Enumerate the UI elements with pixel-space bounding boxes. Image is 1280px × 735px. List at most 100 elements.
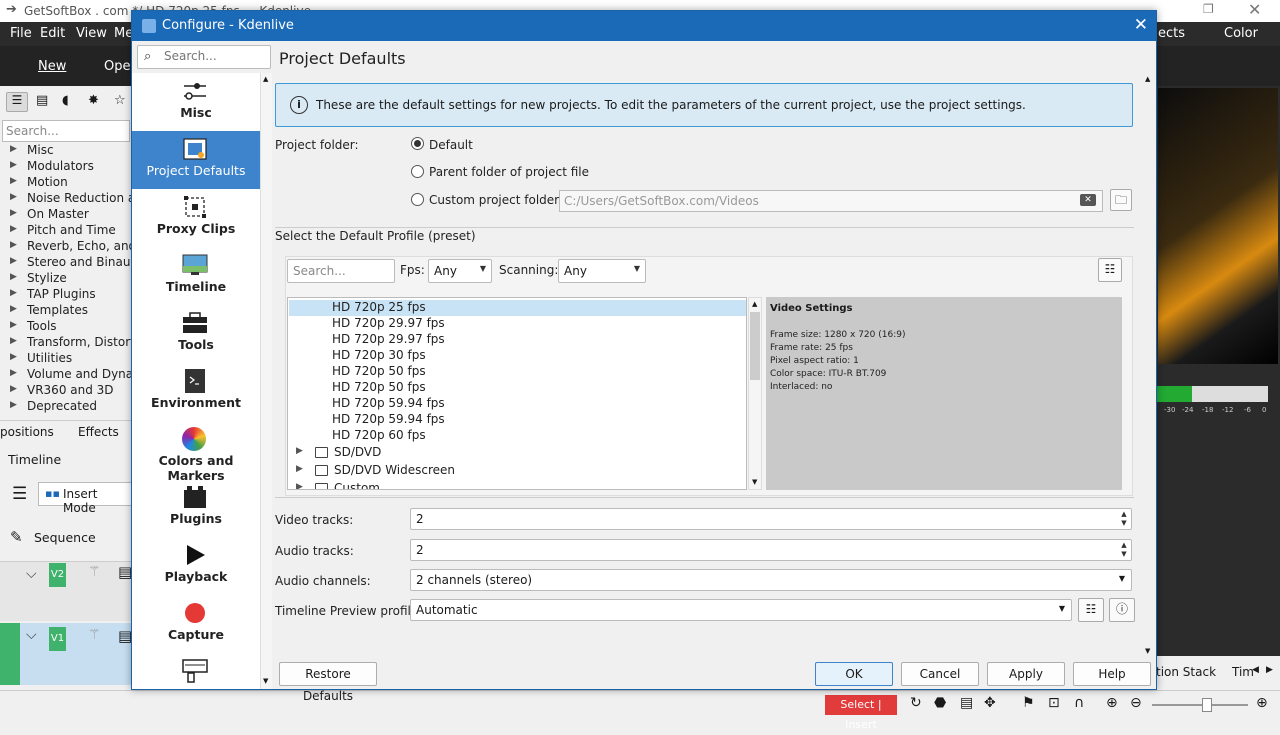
scroll-down-icon[interactable]: ▼ [263,677,268,685]
category-more[interactable] [132,653,260,689]
profile-folder[interactable]: ▶ Custom [289,481,746,489]
tab-time[interactable]: Tim [1232,665,1254,679]
expand-arrow-icon[interactable]: ▶ [296,482,303,489]
expand-arrow-icon[interactable]: ▶ [10,368,17,378]
restore-defaults-button[interactable]: Restore Defaults [279,662,377,703]
effect-category-item[interactable]: ▶ TAP Plugins [0,287,132,303]
effect-category-item[interactable]: ▶ Stereo and Binaural [0,255,132,271]
hamburger-icon[interactable]: ☰ [12,484,27,504]
profile-item[interactable]: HD 720p 60 fps [289,428,746,444]
expand-arrow-icon[interactable]: ▶ [10,160,17,170]
expand-arrow-icon[interactable]: ▶ [10,144,17,154]
profile-item[interactable]: HD 720p 59.94 fps [289,412,746,428]
scroll-up-icon[interactable]: ▲ [263,75,268,83]
ok-button[interactable]: OK [815,662,893,686]
move-icon[interactable]: ✥ [984,695,996,711]
effect-category-item[interactable]: ▶ Volume and Dynam [0,367,132,383]
effect-category-item[interactable]: ▶ Stylize [0,271,132,287]
fit-icon[interactable]: ⊡ [1048,695,1060,711]
category-timeline[interactable]: Timeline [132,247,260,305]
radio-default-label[interactable]: Default [429,138,473,152]
effect-wand-icon[interactable]: ⚚ [88,627,101,643]
custom-effects-icon[interactable]: ✸ [88,93,99,108]
profile-folder[interactable]: ▶ SD/DVD Widescreen [289,463,746,479]
film-strip-icon[interactable]: ▤ [960,695,973,711]
effect-category-item[interactable]: ▶ Templates [0,303,132,319]
expand-arrow-icon[interactable]: ▶ [10,352,17,362]
zoom-fit-icon[interactable]: ⊕ [1106,695,1118,711]
tab-effects[interactable]: ects [1158,26,1185,41]
help-button[interactable]: Help [1073,662,1151,686]
scroll-thumb[interactable] [750,312,760,380]
effect-wand-icon[interactable]: ⚚ [88,564,101,580]
expand-arrow-icon[interactable]: ▶ [296,464,303,474]
scroll-down-icon[interactable]: ▼ [752,478,757,486]
radio-parent-folder[interactable] [411,165,424,178]
profile-item[interactable]: HD 720p 50 fps [289,380,746,396]
flag-icon[interactable]: ⚑ [1022,695,1035,711]
category-search-input[interactable]: ⌕ [137,45,271,69]
category-environment[interactable]: Environment [132,363,260,421]
audio-tracks-spinbox[interactable]: 2 ▲ ▼ [410,539,1132,561]
expand-arrow-icon[interactable]: ▶ [10,384,17,394]
category-colors-markers[interactable]: Colors and Markers [132,421,260,483]
expand-arrow-icon[interactable]: ▶ [10,240,17,250]
effect-category-item[interactable]: ▶ Noise Reduction an [0,191,132,207]
new-button[interactable]: New [38,59,66,74]
collapse-icon[interactable]: ⌵ [26,566,37,582]
zoom-out-icon[interactable]: ⊖ [1130,695,1142,711]
track-v1[interactable]: ⌵ V1 ⚚ ▤ [0,623,132,685]
tab-transition-stack[interactable]: tion Stack [1156,665,1216,679]
tab-color[interactable]: Color [1224,26,1258,41]
category-capture[interactable]: Capture [132,595,260,653]
scroll-up-icon[interactable]: ▲ [752,300,757,308]
zoom-slider[interactable] [1152,704,1248,706]
track-v2[interactable]: ⌵ V2 ⚚ ▤ [0,561,132,621]
dialog-close-icon[interactable]: ✕ [1134,15,1148,35]
profile-item[interactable]: HD 720p 59.94 fps [289,396,746,412]
effect-category-item[interactable]: ▶ Misc [0,143,132,159]
effect-category-item[interactable]: ▶ Transform, Distort, a [0,335,132,351]
radio-default[interactable] [411,137,424,150]
effect-category-item[interactable]: ▶ VR360 and 3D [0,383,132,399]
category-playback[interactable]: Playback [132,537,260,595]
effect-category-item[interactable]: ▶ Motion [0,175,132,191]
profile-item[interactable]: HD 720p 25 fps [289,300,746,316]
menu-view[interactable]: View [76,26,107,41]
manage-profiles-button[interactable]: ☷ [1098,258,1122,282]
zoom-in-icon[interactable]: ⊕ [1256,695,1268,711]
category-misc[interactable]: Misc [132,73,260,131]
browse-folder-button[interactable]: 🗀 [1110,189,1132,211]
video-tracks-spinbox[interactable]: 2 ▲ ▼ [410,508,1132,530]
category-project-defaults[interactable]: Project Defaults [132,131,260,189]
profile-folder[interactable]: ▶ SD/DVD [289,445,746,461]
category-tools[interactable]: Tools [132,305,260,363]
cancel-button[interactable]: Cancel [901,662,979,686]
expand-arrow-icon[interactable]: ▶ [10,400,17,410]
audio-effects-icon[interactable]: ◖ [62,93,69,108]
expand-arrow-icon[interactable]: ▶ [10,176,17,186]
tab-compositions[interactable]: positions [0,425,54,439]
audio-channels-select[interactable]: 2 channels (stereo) ▼ [410,569,1132,591]
category-proxy-clips[interactable]: Proxy Clips [132,189,260,247]
expand-arrow-icon[interactable]: ▶ [10,208,17,218]
refresh-icon[interactable]: ↻ [910,695,922,711]
effects-search-input[interactable]: Search... [2,120,130,142]
preview-profile-select[interactable]: Automatic ▼ [410,599,1072,621]
effect-category-item[interactable]: ▶ Reverb, Echo, and D [0,239,132,255]
menu-edit[interactable]: Edit [40,26,65,41]
scroll-up-icon[interactable]: ▲ [1145,75,1150,83]
zoom-slider-handle[interactable] [1202,698,1212,712]
preview-settings-button[interactable]: ☷ [1078,598,1104,622]
category-scrollbar[interactable]: ▲ ▼ [260,73,272,689]
effect-category-item[interactable]: ▶ On Master [0,207,132,223]
spinner-arrows-icon[interactable]: ▲ ▼ [1119,510,1129,528]
effect-category-item[interactable]: ▶ Tools [0,319,132,335]
effect-category-item[interactable]: ▶ Deprecated [0,399,132,415]
expand-arrow-icon[interactable]: ▶ [10,304,17,314]
radio-custom-folder[interactable] [411,193,424,206]
radio-parent-folder-label[interactable]: Parent folder of project file [429,165,589,179]
effect-category-item[interactable]: ▶ Modulators [0,159,132,175]
expand-arrow-icon[interactable]: ▶ [10,256,17,266]
edit-mode-badge[interactable]: Select | Insert [825,695,897,731]
